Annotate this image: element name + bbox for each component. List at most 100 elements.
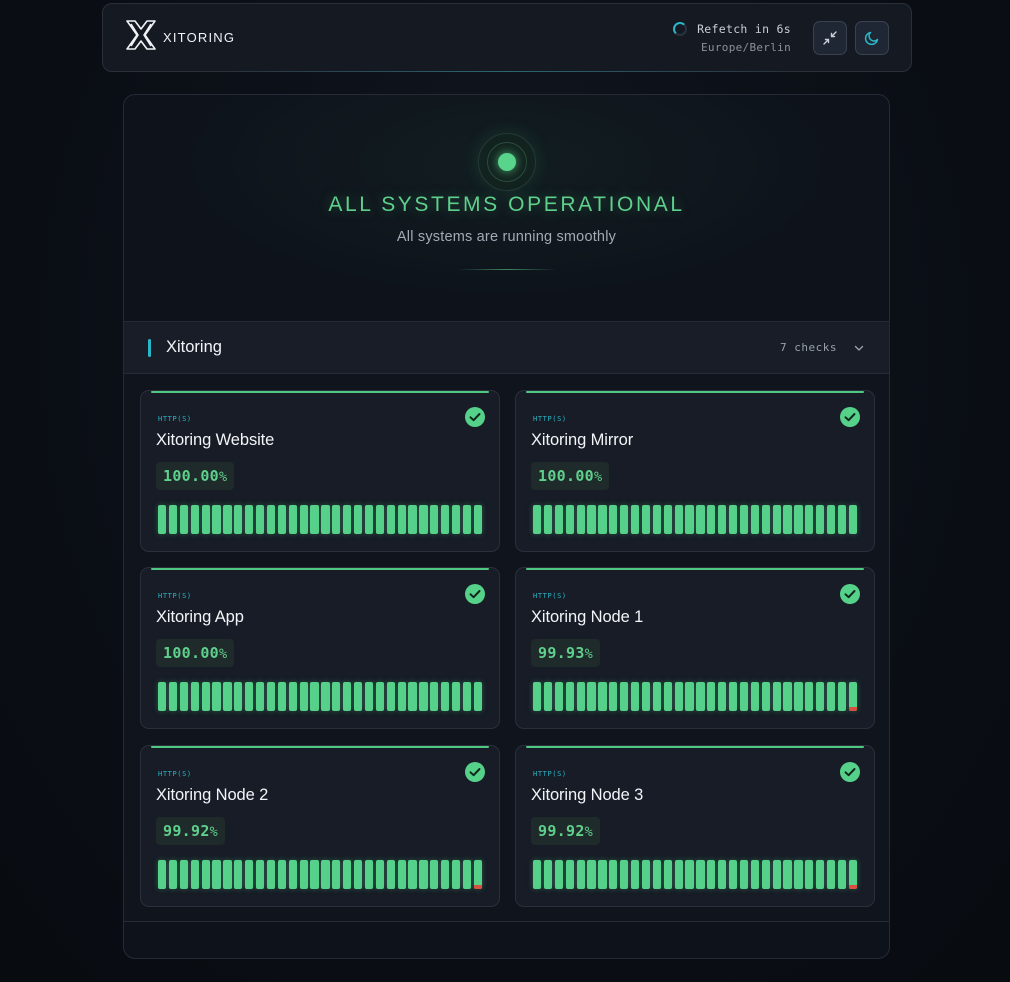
uptime-bar-up[interactable] <box>288 682 297 711</box>
uptime-bar-up[interactable] <box>805 682 814 711</box>
uptime-bar-up[interactable] <box>565 682 574 711</box>
uptime-bar-up[interactable] <box>565 860 574 889</box>
uptime-bar-up[interactable] <box>321 860 330 889</box>
uptime-bar-up[interactable] <box>827 682 836 711</box>
uptime-bar-up[interactable] <box>761 860 770 889</box>
uptime-bar-up[interactable] <box>609 860 618 889</box>
uptime-bar-up[interactable] <box>354 505 363 534</box>
uptime-bar-up[interactable] <box>739 860 749 889</box>
check-card[interactable]: HTTP(S) Xitoring Website 100.00% <box>140 390 500 552</box>
uptime-bar-up[interactable] <box>739 505 749 534</box>
uptime-bar-up[interactable] <box>685 860 694 889</box>
uptime-bar-up[interactable] <box>663 860 672 889</box>
chevron-down-icon[interactable] <box>853 342 865 354</box>
uptime-bar-up[interactable] <box>598 682 607 711</box>
uptime-bar-up[interactable] <box>554 860 563 889</box>
uptime-bar-up[interactable] <box>158 682 167 711</box>
uptime-bar-up[interactable] <box>783 505 792 534</box>
uptime-bar-up[interactable] <box>576 505 585 534</box>
uptime-bar-up[interactable] <box>718 505 727 534</box>
uptime-bar-up[interactable] <box>397 860 406 889</box>
uptime-bar-up[interactable] <box>674 860 683 889</box>
uptime-bar-up[interactable] <box>631 505 640 534</box>
uptime-bar-up[interactable] <box>343 505 352 534</box>
uptime-bar-up[interactable] <box>587 505 596 534</box>
uptime-bar-up[interactable] <box>266 682 276 711</box>
uptime-bar-up[interactable] <box>364 860 374 889</box>
uptime-bar-up[interactable] <box>837 682 847 711</box>
uptime-bar-up[interactable] <box>419 860 428 889</box>
uptime-bar-up[interactable] <box>827 860 836 889</box>
uptime-bar-up[interactable] <box>277 860 286 889</box>
uptime-bar-up[interactable] <box>397 505 406 534</box>
uptime-bar-up[interactable] <box>234 505 243 534</box>
uptime-bar-up[interactable] <box>576 860 585 889</box>
uptime-bar-up[interactable] <box>223 860 232 889</box>
brand-logo[interactable]: XITORING <box>125 19 235 56</box>
uptime-bar-up[interactable] <box>201 860 210 889</box>
uptime-bar-up[interactable] <box>543 505 553 534</box>
uptime-bar-up[interactable] <box>837 860 847 889</box>
check-card[interactable]: HTTP(S) Xitoring Node 3 99.92% <box>515 745 875 907</box>
uptime-bar-up[interactable] <box>223 505 232 534</box>
uptime-bar-up[interactable] <box>598 860 607 889</box>
uptime-bar-up[interactable] <box>729 860 738 889</box>
uptime-bar-up[interactable] <box>641 682 651 711</box>
uptime-bar-up[interactable] <box>543 860 553 889</box>
uptime-bar-up[interactable] <box>696 682 705 711</box>
check-card[interactable]: HTTP(S) Xitoring Node 2 99.92% <box>140 745 500 907</box>
uptime-bar-up[interactable] <box>386 682 395 711</box>
uptime-bar-up[interactable] <box>641 505 651 534</box>
uptime-bar-up[interactable] <box>576 682 585 711</box>
uptime-bar-up[interactable] <box>620 505 629 534</box>
uptime-bar-up[interactable] <box>805 505 814 534</box>
uptime-bar-up[interactable] <box>631 860 640 889</box>
uptime-bar-up[interactable] <box>256 682 265 711</box>
uptime-bar-up[interactable] <box>375 505 385 534</box>
uptime-bar-up[interactable] <box>718 682 727 711</box>
uptime-bar-up[interactable] <box>245 860 254 889</box>
uptime-bar-up[interactable] <box>158 505 167 534</box>
uptime-bar-up[interactable] <box>364 682 374 711</box>
uptime-bar-up[interactable] <box>533 682 542 711</box>
uptime-bar-up[interactable] <box>543 682 553 711</box>
uptime-bar-up[interactable] <box>533 505 542 534</box>
uptime-bar-up[interactable] <box>441 860 450 889</box>
uptime-bar-up[interactable] <box>816 682 825 711</box>
uptime-bar-up[interactable] <box>816 505 825 534</box>
uptime-bar-up[interactable] <box>441 505 450 534</box>
uptime-bar-up[interactable] <box>452 860 461 889</box>
uptime-bar-up[interactable] <box>750 682 760 711</box>
uptime-bar-up[interactable] <box>452 682 461 711</box>
uptime-bar-up[interactable] <box>696 860 705 889</box>
uptime-bar-up[interactable] <box>794 505 803 534</box>
uptime-bar-up[interactable] <box>430 860 439 889</box>
uptime-bar-up[interactable] <box>408 682 417 711</box>
uptime-bar-up[interactable] <box>256 860 265 889</box>
uptime-bar-up[interactable] <box>620 860 629 889</box>
uptime-bar-up[interactable] <box>837 505 847 534</box>
uptime-bar-up[interactable] <box>332 682 341 711</box>
uptime-bar-up[interactable] <box>201 682 210 711</box>
uptime-bar-up[interactable] <box>473 682 483 711</box>
uptime-bar-up[interactable] <box>277 505 286 534</box>
uptime-bar-up[interactable] <box>685 682 694 711</box>
uptime-bar-up[interactable] <box>332 860 341 889</box>
uptime-bar-up[interactable] <box>386 505 395 534</box>
uptime-bar-up[interactable] <box>739 682 749 711</box>
uptime-bar-up[interactable] <box>179 860 188 889</box>
uptime-bar-up[interactable] <box>245 505 254 534</box>
uptime-bar-up[interactable] <box>805 860 814 889</box>
uptime-bar-up[interactable] <box>707 682 716 711</box>
uptime-bar-up[interactable] <box>554 682 563 711</box>
collapse-button[interactable] <box>813 20 847 55</box>
uptime-bar-up[interactable] <box>674 505 683 534</box>
uptime-bar-up[interactable] <box>631 682 640 711</box>
uptime-bar-up[interactable] <box>462 682 472 711</box>
theme-toggle-button[interactable] <box>855 20 889 55</box>
uptime-bar-up[interactable] <box>212 682 221 711</box>
uptime-bar-up[interactable] <box>212 860 221 889</box>
uptime-bar-degraded[interactable] <box>473 860 483 889</box>
uptime-bar-up[interactable] <box>332 505 341 534</box>
uptime-bar-up[interactable] <box>201 505 210 534</box>
